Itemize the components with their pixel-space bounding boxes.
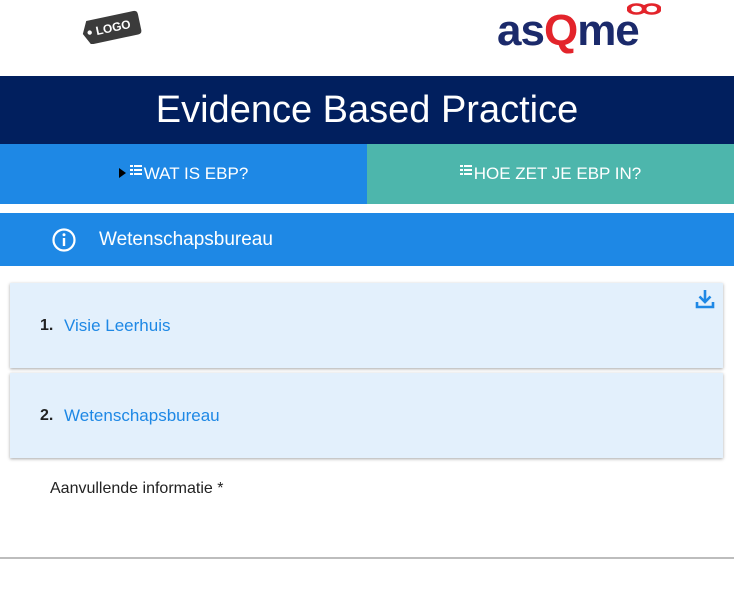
download-icon[interactable] [695, 288, 715, 310]
title-bar: Evidence Based Practice [0, 76, 734, 144]
brand-logo: asQme [497, 0, 667, 68]
brand-part1: as [497, 6, 545, 55]
item-link-visie-leerhuis[interactable]: Visie Leerhuis [64, 316, 170, 336]
section-header: Wetenschapsbureau [0, 213, 734, 266]
brand-part2: Q [543, 6, 578, 55]
list-item: 1. Visie Leerhuis [10, 283, 723, 368]
item-number: 1. [40, 316, 54, 334]
extra-info-label: Aanvullende informatie * [50, 480, 224, 497]
info-icon [52, 227, 76, 252]
list-item: 2. Wetenschapsbureau [10, 373, 723, 458]
tab-wat-is-ebp[interactable]: WAT IS EBP? [0, 144, 367, 204]
grid-icon [459, 165, 472, 175]
item-number: 2. [40, 406, 54, 424]
caret-right-icon [118, 168, 126, 178]
tab-bar: WAT IS EBP? HOE ZET JE EBP IN? [0, 144, 734, 204]
tab-label: WAT IS EBP? [143, 164, 249, 183]
item-link-wetenschapsbureau[interactable]: Wetenschapsbureau [64, 406, 220, 426]
tab-hoe-zet-je-ebp-in[interactable]: HOE ZET JE EBP IN? [367, 144, 734, 204]
logo-tag-icon: LOGO [82, 10, 142, 44]
header: LOGO asQme [0, 0, 734, 76]
grid-icon [129, 165, 142, 175]
tab-label: HOE ZET JE EBP IN? [473, 164, 642, 183]
divider [0, 557, 734, 559]
infinity-icon [627, 3, 661, 15]
page-title: Evidence Based Practice [155, 88, 579, 131]
section-title: Wetenschapsbureau [99, 228, 273, 250]
